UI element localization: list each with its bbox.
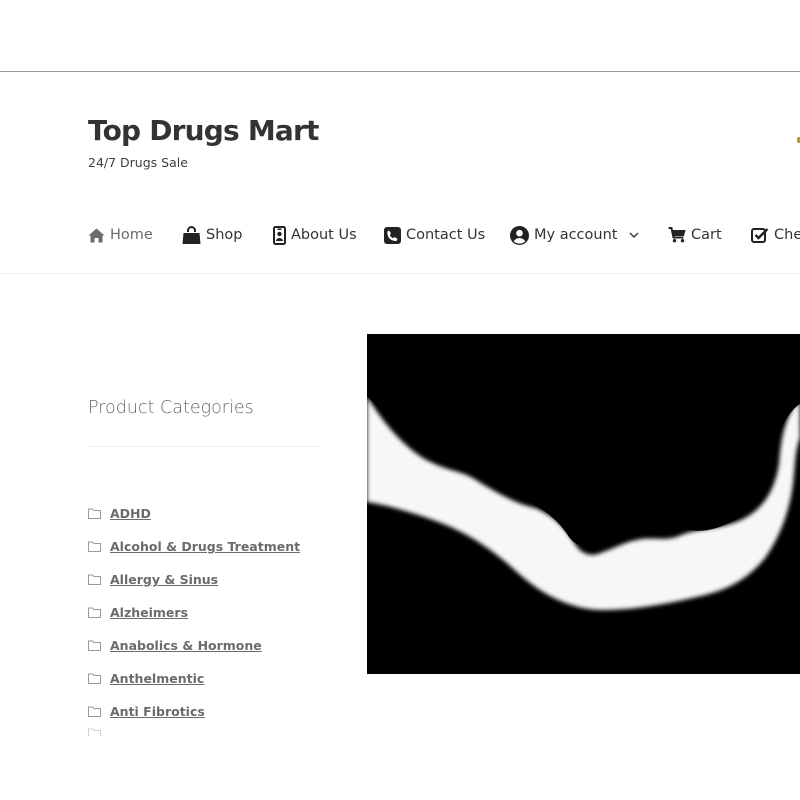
category-link[interactable]: Alzheimers <box>110 605 188 620</box>
site-title[interactable]: Top Drugs Mart <box>88 114 319 147</box>
top-bar <box>0 0 800 72</box>
chevron-down-icon[interactable] <box>629 232 639 238</box>
nav-label-about-us: About Us <box>291 227 357 243</box>
nav-label-home: Home <box>110 227 153 243</box>
check-square-icon <box>751 227 769 243</box>
category-link[interactable]: Alcohol & Drugs Treatment <box>110 539 300 554</box>
nav-item-shop[interactable]: Shop <box>182 218 242 252</box>
list-item: Allergy & Sinus <box>88 563 300 596</box>
folder-icon <box>88 607 101 618</box>
list-item: Alcohol & Drugs Treatment <box>88 530 300 563</box>
widget-divider <box>88 446 320 447</box>
category-link[interactable]: Anti Fibrotics <box>110 704 205 719</box>
user-circle-icon <box>510 225 529 245</box>
category-link[interactable]: Anthelmentic <box>110 671 204 686</box>
nav-label-cart: Cart <box>691 227 722 243</box>
category-link[interactable]: Allergy & Sinus <box>110 572 218 587</box>
folder-icon <box>88 541 101 552</box>
nav-label-checkout: Che <box>774 227 800 243</box>
nav-label-my-account: My account <box>534 227 618 243</box>
list-item: Anabolics & Hormone <box>88 629 300 662</box>
hero-silhouette-image <box>367 334 800 674</box>
list-item: ADHD <box>88 497 300 530</box>
nav-item-cart[interactable]: Cart <box>668 218 722 252</box>
category-list: ADHD Alcohol & Drugs Treatment Allergy &… <box>88 497 300 736</box>
primary-navigation: Home Shop About Us Contact Us My account <box>0 218 800 252</box>
nav-item-about-us[interactable]: About Us <box>273 218 357 252</box>
list-item-partial <box>88 728 300 736</box>
nav-item-home[interactable]: Home <box>88 218 153 252</box>
id-badge-icon <box>273 225 286 245</box>
phone-square-icon <box>384 226 401 244</box>
list-item: Alzheimers <box>88 596 300 629</box>
widget-title: Product Categories <box>88 398 254 418</box>
folder-icon <box>88 728 101 736</box>
shopping-bag-icon <box>182 225 201 244</box>
header-divider <box>0 273 800 274</box>
folder-icon <box>88 640 101 651</box>
nav-item-my-account[interactable]: My account <box>510 218 639 252</box>
nav-label-contact-us: Contact Us <box>406 227 486 243</box>
list-item: Anthelmentic <box>88 662 300 695</box>
list-item: Anti Fibrotics <box>88 695 300 728</box>
cart-icon <box>668 227 686 243</box>
folder-icon <box>88 508 101 519</box>
category-link[interactable]: Anabolics & Hormone <box>110 638 262 653</box>
nav-label-shop: Shop <box>206 227 243 243</box>
category-link[interactable]: ADHD <box>110 506 151 521</box>
folder-icon <box>88 574 101 585</box>
folder-icon <box>88 706 101 717</box>
folder-icon <box>88 673 101 684</box>
home-icon <box>88 228 105 242</box>
nav-item-checkout[interactable]: Che <box>751 218 800 252</box>
site-tagline: 24/7 Drugs Sale <box>88 155 188 170</box>
nav-item-contact-us[interactable]: Contact Us <box>384 218 485 252</box>
hero-image[interactable] <box>367 334 800 674</box>
